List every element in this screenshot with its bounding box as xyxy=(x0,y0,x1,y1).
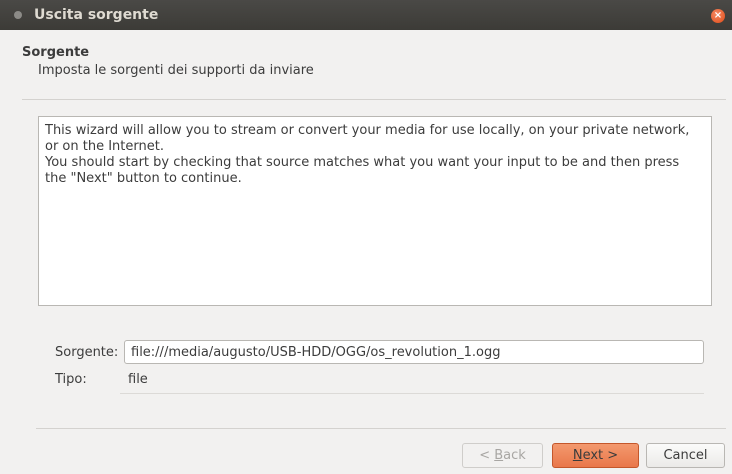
window-titlebar: Uscita sorgente × xyxy=(0,0,732,30)
source-label: Sorgente: xyxy=(55,345,119,360)
cancel-button[interactable]: Cancel xyxy=(646,443,725,468)
next-button-label: ext > xyxy=(582,448,619,463)
window-menu-icon[interactable] xyxy=(14,11,22,19)
next-button[interactable]: Next > xyxy=(552,443,639,468)
type-divider xyxy=(120,393,704,394)
next-button-mnemonic: N xyxy=(572,448,583,463)
window-title: Uscita sorgente xyxy=(34,7,159,23)
back-button-mnemonic: B xyxy=(494,448,504,463)
back-button[interactable]: < Back xyxy=(462,443,543,468)
section-subtitle: Imposta le sorgenti dei supporti da invi… xyxy=(38,63,314,78)
type-value: file xyxy=(128,372,148,387)
back-button-label: ack xyxy=(503,448,526,463)
header-divider xyxy=(22,99,726,100)
back-button-prefix: < xyxy=(479,448,495,463)
close-window-icon[interactable]: × xyxy=(711,9,725,23)
footer-divider xyxy=(36,428,726,429)
source-input[interactable] xyxy=(124,340,704,364)
type-label: Tipo: xyxy=(55,372,87,387)
wizard-description: This wizard will allow you to stream or … xyxy=(38,116,712,306)
section-title: Sorgente xyxy=(22,45,90,60)
